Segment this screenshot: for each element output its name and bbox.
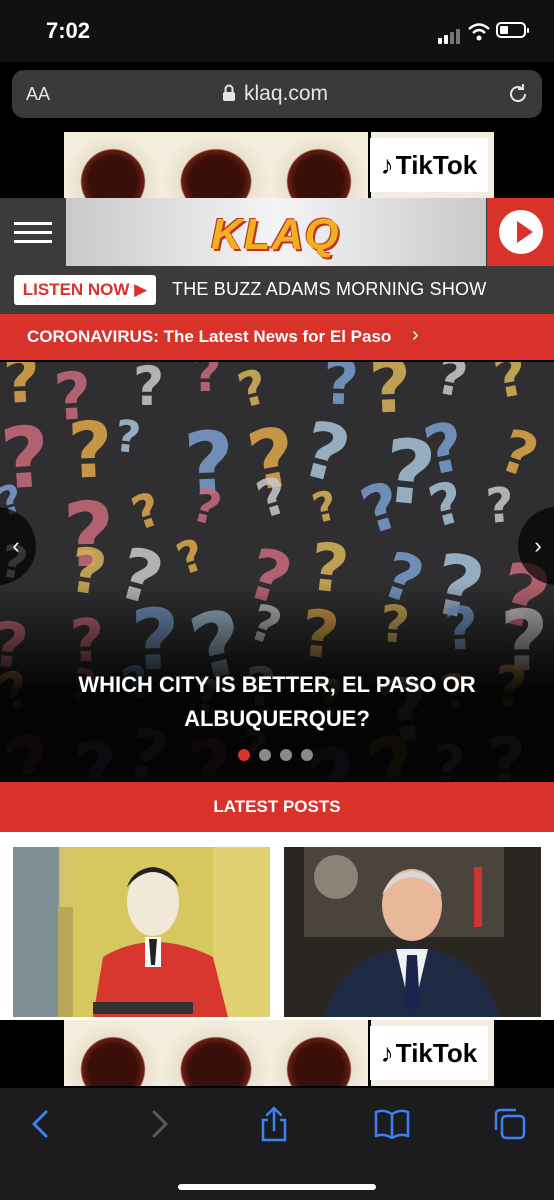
play-stream-button[interactable]	[487, 198, 554, 266]
ad-chocolate-image	[64, 132, 165, 198]
coronavirus-banner-text[interactable]: CORONAVIRUS: The Latest News for El Paso	[27, 327, 391, 347]
battery-icon	[496, 22, 529, 38]
coronavirus-banner[interactable]: CORONAVIRUS: The Latest News for El Paso…	[0, 314, 554, 360]
slider-prev-button[interactable]: ‹	[0, 507, 36, 585]
question-mark-icon: ?	[488, 362, 534, 413]
status-bar: 7:02	[0, 0, 554, 62]
lock-icon	[223, 84, 235, 101]
back-icon[interactable]	[22, 1106, 62, 1142]
ad-tiktok-logo: ♪ TikTok	[370, 1026, 488, 1080]
wifi-icon	[468, 23, 490, 41]
site-header: KLAQ	[0, 198, 554, 266]
slider-dot[interactable]	[280, 749, 292, 761]
listen-now-button[interactable]: LISTEN NOW ▶	[14, 275, 156, 305]
cellular-signal-icon	[438, 26, 462, 44]
ad-chocolate-image	[162, 1020, 273, 1086]
hero-slider[interactable]: ????????????????????????????????????????…	[0, 362, 554, 780]
reload-icon[interactable]	[506, 82, 530, 106]
mural-image	[13, 847, 270, 1017]
latest-posts-grid	[0, 832, 554, 1020]
portrait-image	[284, 847, 541, 1017]
bookmarks-icon[interactable]	[372, 1106, 412, 1142]
logo-area[interactable]: KLAQ	[66, 198, 486, 266]
ad-image[interactable]: ♪ TikTok	[64, 1020, 494, 1086]
post-thumbnail-mural[interactable]	[13, 847, 270, 1017]
ad-tiktok-logo: ♪ TikTok	[370, 138, 488, 192]
post-thumbnail-portrait[interactable]	[284, 847, 541, 1017]
text-size-button[interactable]: AA	[26, 84, 50, 105]
ad-brand-text: TikTok	[395, 1037, 478, 1068]
ad-banner-top[interactable]: ♪ TikTok	[0, 132, 554, 198]
play-icon[interactable]	[499, 210, 543, 254]
slider-dot[interactable]	[301, 749, 313, 761]
status-time: 7:02	[46, 18, 91, 43]
listen-bar: LISTEN NOW ▶ THE BUZZ ADAMS MORNING SHOW	[0, 266, 554, 314]
ad-chocolate-image	[270, 1020, 371, 1086]
chevron-right-icon: ›	[412, 324, 419, 346]
forward-icon[interactable]	[138, 1106, 178, 1142]
tabs-icon[interactable]	[490, 1106, 530, 1142]
browser-toolbar	[0, 1088, 554, 1200]
question-mark-icon: ?	[191, 362, 222, 405]
question-mark-icon: ?	[132, 362, 165, 419]
tiktok-icon: ♪	[380, 1037, 394, 1068]
ad-chocolate-image	[270, 132, 371, 198]
question-mark-icon: ?	[484, 477, 516, 536]
ad-chocolate-image	[64, 1020, 165, 1086]
site-logo[interactable]: KLAQ	[211, 210, 340, 260]
hero-title[interactable]: WHICH CITY IS BETTER, EL PASO OR ALBUQUE…	[60, 668, 494, 736]
slider-dots[interactable]	[238, 748, 322, 766]
question-mark-icon: ?	[170, 528, 211, 586]
address-bar[interactable]: AA klaq.com	[12, 70, 542, 118]
ad-image[interactable]: ♪ TikTok	[64, 132, 494, 198]
latest-posts-title: LATEST POSTS	[213, 797, 341, 816]
ad-chocolate-image	[162, 132, 273, 198]
question-mark-icon: ?	[232, 362, 274, 420]
tiktok-icon: ♪	[380, 149, 394, 180]
ad-brand-text: TikTok	[395, 149, 478, 180]
current-show-name[interactable]: THE BUZZ ADAMS MORNING SHOW	[172, 279, 486, 300]
slider-dot[interactable]	[238, 749, 250, 761]
slider-dot[interactable]	[259, 749, 271, 761]
question-mark-icon: ?	[431, 362, 473, 410]
question-mark-icon: ?	[112, 411, 144, 465]
share-icon[interactable]	[254, 1106, 294, 1142]
latest-posts-header: LATEST POSTS	[0, 782, 554, 832]
hamburger-menu-icon[interactable]	[14, 222, 52, 244]
ad-banner-bottom[interactable]: ♪ TikTok	[0, 1020, 554, 1086]
home-indicator	[178, 1184, 376, 1190]
url-text[interactable]: klaq.com	[244, 82, 328, 106]
